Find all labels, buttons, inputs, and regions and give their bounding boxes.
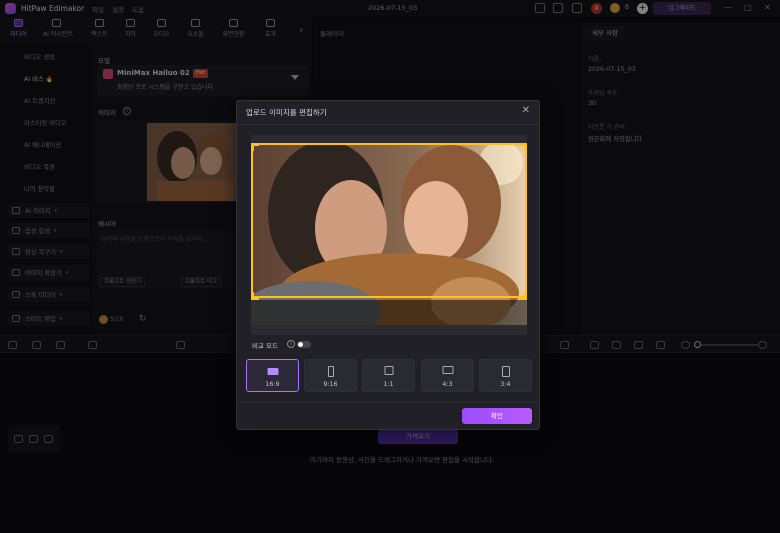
ratio-4-3-icon (442, 366, 453, 374)
edit-image-dialog: 업로드 이미지를 편집하기 ✕ 비교 모드 i 16:9 9:16 1:1 4:… (236, 100, 540, 430)
ratio-9-16-button[interactable]: 9:16 (304, 359, 357, 392)
crop-handle-top-left[interactable] (251, 143, 259, 151)
crop-canvas[interactable] (251, 135, 527, 335)
compare-mode-label: 비교 모드 (252, 342, 278, 350)
crop-outside-shade (251, 300, 527, 325)
divider (237, 402, 539, 403)
ratio-16-9-button[interactable]: 16:9 (246, 359, 299, 392)
crop-handle-top-right[interactable] (519, 143, 527, 151)
info-icon[interactable]: i (287, 340, 295, 348)
confirm-button[interactable]: 확인 (462, 408, 532, 424)
ratio-4-3-button[interactable]: 4:3 (421, 359, 474, 392)
crop-handle-bottom-right[interactable] (519, 292, 527, 300)
divider (237, 124, 539, 125)
ratio-3-4-button[interactable]: 3:4 (479, 359, 532, 392)
ratio-3-4-icon (501, 366, 510, 377)
ratio-16-9-icon (267, 368, 278, 375)
compare-mode-toggle[interactable] (297, 341, 311, 348)
close-icon[interactable]: ✕ (522, 105, 530, 116)
crop-frame[interactable] (251, 143, 527, 298)
crop-handle-bottom-left[interactable] (251, 292, 259, 300)
ratio-1-1-button[interactable]: 1:1 (362, 359, 415, 392)
ratio-1-1-icon (384, 366, 393, 375)
ratio-9-16-icon (327, 366, 334, 377)
dialog-title: 업로드 이미지를 편집하기 (246, 108, 327, 117)
